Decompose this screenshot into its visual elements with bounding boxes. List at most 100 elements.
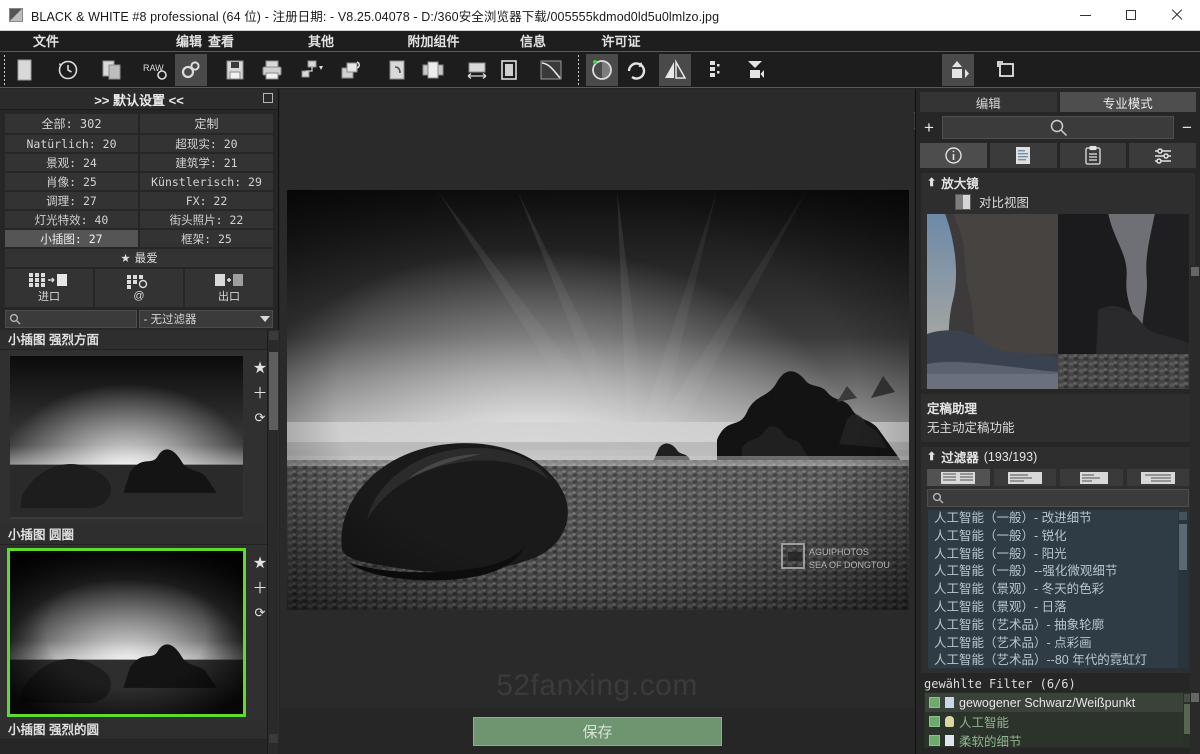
preset-natural[interactable]: Natürlich: 20	[5, 135, 138, 152]
scrollbar-thumb[interactable]	[1191, 267, 1199, 276]
preset-thumbnail-list[interactable]: 小插图 强烈方面 ★ ＋ ⟳ 小插图 圆圈 ★ ＋ ⟳ 小插图 强烈的圆	[0, 330, 279, 754]
menu-item-license[interactable]: 许可证	[578, 31, 664, 52]
list-item[interactable]: 人工智能（艺术品）--80 年代的霓虹灯	[928, 652, 1188, 668]
curve-button[interactable]	[535, 54, 567, 86]
loupe-header[interactable]: ⬆ 放大镜	[921, 173, 1195, 192]
preset-artistic[interactable]: Künstlerisch: 29	[140, 173, 273, 190]
preset-lighting[interactable]: 灯光特效: 40	[5, 211, 138, 228]
list-item[interactable]: 柔软的细节	[925, 731, 1193, 747]
main-image-frame[interactable]: AGUIPHOTOS SEA OF DONGTOU	[287, 190, 909, 610]
scroll-down-button[interactable]	[269, 734, 278, 743]
dither-button[interactable]	[700, 54, 732, 86]
checkbox-icon[interactable]	[929, 697, 940, 708]
plus-icon[interactable]: ＋	[252, 581, 267, 596]
filter-list[interactable]: 人工智能（一般）- 改进细节 人工智能（一般）- 锐化 人工智能（一般）- 阳光…	[927, 509, 1189, 669]
maximize-button[interactable]	[1108, 0, 1154, 31]
preset-search-button[interactable]: @	[95, 269, 183, 307]
menu-item-other[interactable]: 其他	[287, 31, 355, 52]
preset-favorites-button[interactable]: ★ 最爱	[5, 249, 273, 267]
resize-button[interactable]	[461, 54, 493, 86]
list-item[interactable]: gewogener Schwarz/Weißpunkt	[925, 693, 1193, 712]
compare-after-image[interactable]	[1058, 214, 1189, 389]
preset-portrait[interactable]: 肖像: 25	[5, 173, 138, 190]
zoom-in-button[interactable]	[942, 54, 974, 86]
filter-list-scrollbar[interactable]	[1178, 510, 1188, 668]
panel-search-input[interactable]	[942, 116, 1174, 139]
menu-item-info[interactable]: 信息	[499, 31, 567, 52]
preset-custom[interactable]: 定制	[140, 114, 273, 133]
menu-item-view[interactable]: 查看	[187, 31, 255, 52]
info-button[interactable]	[920, 143, 987, 168]
preset-export-button[interactable]: 出口	[185, 269, 273, 307]
save-toolbar-button[interactable]	[219, 54, 251, 86]
menu-item-file-hit[interactable]	[64, 31, 132, 52]
export-button[interactable]	[381, 54, 413, 86]
preset-vignette[interactable]: 小插图: 27	[5, 230, 138, 247]
list-item[interactable]: 人工智能（艺术品）- 抽象轮廓	[928, 617, 1188, 635]
batch-button[interactable]	[96, 54, 128, 86]
mirror-button[interactable]	[659, 54, 691, 86]
list-item[interactable]: 小插图 圆圈 ★ ＋ ⟳	[0, 525, 279, 720]
preset-landscape[interactable]: 景观: 24	[5, 154, 138, 171]
color-wheel-button[interactable]	[586, 54, 618, 86]
preset-search-input[interactable]	[5, 310, 137, 328]
menu-item-addons[interactable]: 附加组件	[386, 31, 481, 52]
filter-search-input[interactable]	[927, 489, 1189, 507]
settings-button[interactable]	[175, 54, 207, 86]
list-button[interactable]	[1059, 143, 1127, 168]
pin-icon[interactable]	[263, 93, 273, 103]
right-panel-scrollbar[interactable]	[1190, 265, 1200, 754]
remove-preset-button[interactable]: −	[1178, 117, 1196, 139]
tab-expert[interactable]: 专业模式	[1059, 92, 1196, 112]
list-item[interactable]: 人工智能（艺术品）- 点彩画	[928, 635, 1188, 653]
add-preset-button[interactable]: +	[920, 117, 938, 139]
send-button[interactable]	[336, 54, 368, 86]
share-button[interactable]	[297, 54, 329, 86]
plus-icon[interactable]: ＋	[252, 386, 267, 401]
refresh-icon[interactable]: ⟳	[255, 410, 266, 426]
list-item[interactable]: 人工智能（一般）--强化微观细节	[928, 563, 1188, 581]
crop-left-button[interactable]	[740, 54, 772, 86]
filter-view-list-mixed[interactable]	[1126, 469, 1189, 486]
checkbox-icon[interactable]	[929, 735, 940, 746]
star-icon[interactable]: ★	[253, 358, 267, 378]
list-item[interactable]: 小插图 强烈方面 ★ ＋ ⟳	[0, 330, 279, 525]
checkbox-icon[interactable]	[929, 716, 940, 727]
tab-edit[interactable]: 编辑	[920, 92, 1057, 112]
list-item[interactable]: 人工智能（景观）- 日落	[928, 599, 1188, 617]
fit-to-screen-button[interactable]	[991, 54, 1023, 86]
refresh-icon[interactable]: ⟳	[255, 605, 266, 621]
compare-view[interactable]	[927, 214, 1189, 389]
preset-conditioning[interactable]: 调理: 27	[5, 192, 138, 209]
preset-frames[interactable]: 框架: 25	[140, 230, 273, 247]
panorama-button[interactable]	[417, 54, 449, 86]
save-button[interactable]: 保存	[473, 717, 722, 746]
preset-all[interactable]: 全部: 302	[5, 114, 138, 133]
preset-surreal[interactable]: 超现实: 20	[140, 135, 273, 152]
notes-button[interactable]	[989, 143, 1057, 168]
preset-list-scrollbar[interactable]	[267, 330, 278, 754]
history-button[interactable]	[52, 54, 84, 86]
rotate-right-button[interactable]	[620, 54, 652, 86]
list-item[interactable]: 人工智能（景观）- 冬天的色彩	[928, 581, 1188, 599]
filter-view-list-compact[interactable]	[993, 469, 1056, 486]
thumbnail-body[interactable]: ★ ＋ ⟳	[0, 545, 279, 720]
filter-view-list-grouped[interactable]	[1060, 469, 1123, 486]
list-item[interactable]: 人工智能（一般）- 改进细节	[928, 510, 1188, 528]
star-icon[interactable]: ★	[253, 553, 267, 573]
preset-fx[interactable]: FX: 22	[140, 192, 273, 209]
list-item[interactable]: 人工智能（一般）- 阳光	[928, 546, 1188, 564]
scroll-up-button[interactable]	[269, 331, 278, 340]
compare-before-image[interactable]	[927, 214, 1058, 389]
preset-street[interactable]: 街头照片: 22	[140, 211, 273, 228]
new-image-button[interactable]	[9, 54, 41, 86]
split-toggle-icon[interactable]	[955, 193, 971, 210]
thumbnail-body[interactable]: ★ ＋ ⟳	[0, 350, 279, 525]
frame-button[interactable]	[493, 54, 525, 86]
minimize-button[interactable]	[1062, 0, 1108, 31]
preset-architecture[interactable]: 建筑学: 21	[140, 154, 273, 171]
sliders-button[interactable]	[1129, 143, 1196, 168]
raw-button[interactable]: RAW	[140, 54, 172, 86]
preset-preview-image-selected[interactable]	[7, 548, 246, 717]
scrollbar-thumb[interactable]	[1179, 524, 1187, 570]
